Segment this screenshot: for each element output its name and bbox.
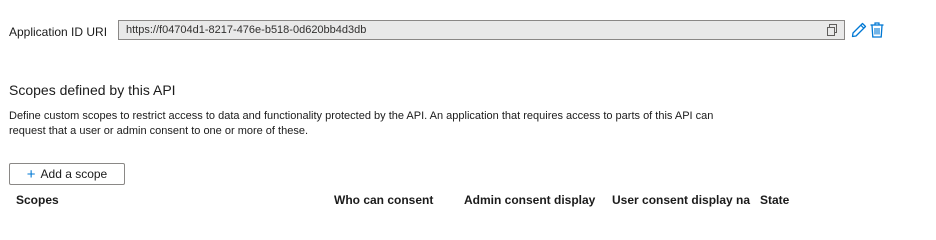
expose-an-api-page: Application ID URI https://f04704d1-8217…	[0, 0, 936, 207]
column-header-state[interactable]: State	[760, 193, 820, 207]
application-id-uri-label: Application ID URI	[9, 25, 108, 39]
trash-icon[interactable]	[870, 22, 884, 38]
scopes-section-description: Define custom scopes to restrict access …	[9, 110, 714, 137]
add-scope-button[interactable]: + Add a scope	[9, 163, 125, 185]
scopes-section-title: Scopes defined by this API	[9, 82, 176, 98]
column-header-who-can-consent[interactable]: Who can consent	[334, 193, 452, 207]
plus-icon: +	[26, 165, 36, 183]
column-header-user-consent-display[interactable]: User consent display na	[612, 193, 752, 207]
pencil-icon[interactable]	[851, 22, 867, 38]
column-header-admin-consent-display[interactable]: Admin consent display	[464, 193, 602, 207]
add-scope-label: Add a scope	[40, 167, 108, 181]
application-id-uri-value: https://f04704d1-8217-476e-b518-0d620bb4…	[126, 24, 367, 36]
application-id-uri-field[interactable]: https://f04704d1-8217-476e-b518-0d620bb4…	[118, 20, 845, 40]
column-header-scopes[interactable]: Scopes	[16, 193, 316, 207]
copy-icon[interactable]	[824, 22, 840, 38]
